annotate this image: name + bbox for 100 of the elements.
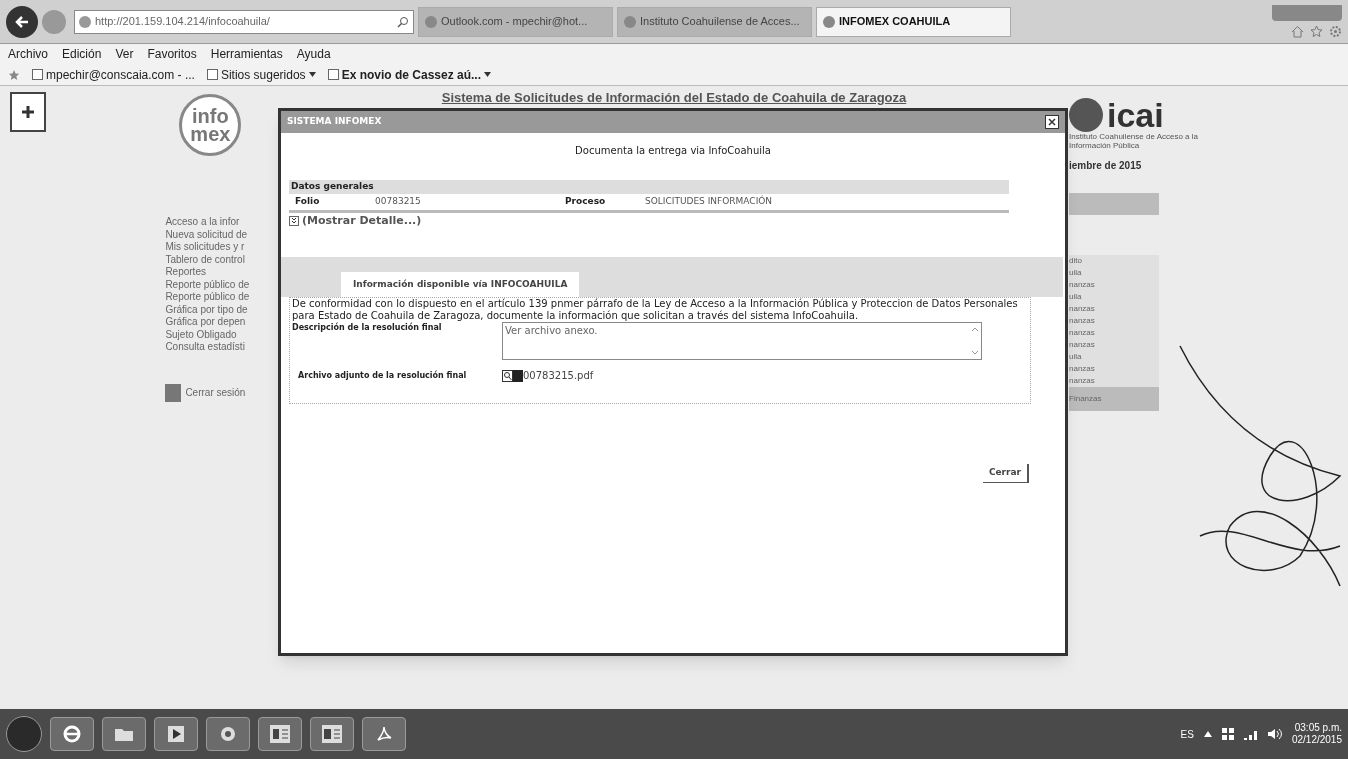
pdf-taskbar-icon[interactable]: [362, 717, 406, 751]
field-label: Descripción de la resolución final: [292, 322, 443, 334]
page-icon: [206, 69, 218, 80]
sidebar-link[interactable]: Acceso a la infor: [165, 216, 266, 229]
attachment-link[interactable]: 00783215.pdf: [523, 368, 594, 383]
browser-taskbar-icon[interactable]: [50, 717, 94, 751]
browser-tab[interactable]: Instituto Coahuilense de Acces...: [617, 6, 812, 37]
clock-date[interactable]: 02/12/2015: [1291, 734, 1342, 746]
icai-logo-icon: [1069, 98, 1103, 132]
menu-fragment[interactable]: dito: [1069, 255, 1159, 267]
menu-fragment[interactable]: nanzas: [1069, 279, 1159, 291]
sidebar-link[interactable]: Nueva solicitud de: [165, 228, 266, 241]
menu-item[interactable]: Favoritos: [147, 45, 197, 63]
field-value: 00783215: [375, 194, 422, 208]
sidebar-link[interactable]: Tablero de control: [165, 253, 266, 266]
page-icon: [624, 15, 636, 28]
icai-logo: icai: [1107, 98, 1164, 132]
save-icon[interactable]: [513, 369, 523, 382]
start-button[interactable]: [6, 716, 42, 752]
sidebar-link[interactable]: Reporte público de: [165, 291, 266, 304]
sidebar-link[interactable]: Gráfica por tipo de: [165, 303, 266, 316]
tab-label: Instituto Coahuilense de Acces...: [640, 14, 800, 30]
menu-fragment[interactable]: uila: [1069, 351, 1159, 363]
notice-text: De conformidad con lo dispuesto en el artículo 139 pnmer párrafo de la Ley de Acceso a la Información Pública y Proteccion de Datos Personales para Estado de Coahuila de Zaragoza, documente la información que solicitan a través del sistema InfoCoahuila.: [291, 298, 1019, 322]
menu-fragment[interactable]: uila: [1069, 267, 1159, 279]
dialog-heading: Documenta la entrega via InfoCoahuila: [574, 144, 772, 158]
menu-fragment[interactable]: nanzas: [1069, 327, 1159, 339]
expand-icon[interactable]: [289, 215, 299, 226]
field-label: Proceso: [565, 194, 607, 208]
magnifier-icon[interactable]: [502, 369, 513, 382]
favorite-link[interactable]: Sitios sugeridos: [220, 65, 306, 84]
scroll-arrows-icon: [971, 326, 979, 356]
menu-fragment[interactable]: nanzas: [1069, 339, 1159, 351]
language-indicator[interactable]: ES: [1180, 726, 1194, 742]
caret-icon[interactable]: [308, 72, 316, 77]
sidebar-link[interactable]: Gráfica por depen: [165, 316, 266, 329]
circle-taskbar-icon[interactable]: [206, 717, 250, 751]
clock-time[interactable]: 03:05 p.m.: [1294, 722, 1342, 734]
page-icon: [425, 15, 437, 28]
details-link[interactable]: (Mostrar Detalle...): [302, 212, 422, 229]
favorites-icon: [8, 68, 20, 81]
favorite-link[interactable]: mpechir@conscaia.com - ...: [46, 65, 195, 84]
field-value: SOLICITUDES INFORMACIÓN: [645, 194, 773, 208]
folder-taskbar-icon[interactable]: [102, 717, 146, 751]
play-taskbar-icon[interactable]: [154, 717, 198, 751]
search-icon: [397, 15, 409, 28]
menu-item[interactable]: Archivo: [8, 45, 48, 63]
signal-icon[interactable]: [1243, 728, 1258, 740]
menu-fragment[interactable]: nanzas: [1069, 363, 1159, 375]
flag-icon[interactable]: [1221, 728, 1234, 740]
tab-label: Outlook.com - mpechir@hot...: [441, 14, 588, 30]
menu-fragment[interactable]: nanzas: [1069, 303, 1159, 315]
close-button[interactable]: [1045, 115, 1059, 129]
browser-tab[interactable]: INFOMEX COAHUILA: [816, 6, 1011, 37]
sidebar-link[interactable]: Reporte público de: [165, 278, 266, 291]
page-icon: [327, 69, 339, 80]
description-textarea[interactable]: Ver archivo anexo.: [502, 322, 982, 360]
menu-item[interactable]: Ver: [115, 45, 134, 63]
logo-caption: Instituto Coahuilense de Acceso a la Información Pública: [1069, 132, 1199, 150]
address-text: http://201.159.104.214/infocoahuila/: [95, 14, 270, 30]
add-tab-icon: [10, 92, 46, 132]
globe-icon: [79, 15, 91, 28]
sidebar-link[interactable]: Consulta estadísti: [165, 341, 266, 354]
sidebar-link[interactable]: Reportes: [165, 266, 266, 279]
menu-fragment[interactable]: uila: [1069, 291, 1159, 303]
back-button[interactable]: [6, 5, 38, 38]
date-text: iembre de 2015: [1069, 159, 1143, 173]
menu-fragment[interactable]: nanzas: [1069, 315, 1159, 327]
caret-icon[interactable]: [484, 72, 491, 77]
tray-arrow-icon[interactable]: [1203, 731, 1212, 737]
dialog-title: SISTEMA INFOMEX: [287, 115, 382, 129]
slides-taskbar-icon[interactable]: [258, 717, 302, 751]
menu-item[interactable]: Ayuda: [296, 45, 331, 63]
favorite-link[interactable]: Ex novio de Cassez aú...: [341, 65, 481, 84]
arrow-left-icon: [14, 13, 30, 30]
infomex-logo: info mex: [179, 94, 242, 156]
menu-item[interactable]: Edición: [62, 45, 102, 63]
field-label: Folio: [295, 194, 321, 208]
page-header: Sistema de Solicitudes de Información del Estado de Coahuila de Zaragoza: [440, 89, 908, 107]
menu-item[interactable]: Herramientas: [210, 45, 283, 63]
page-icon: [32, 69, 43, 80]
sidebar-link[interactable]: Mis solicitudes y r: [165, 241, 266, 254]
home-icon[interactable]: [1291, 25, 1304, 38]
section-header: Datos generales: [289, 180, 1009, 194]
field-label: Archivo adjunto de la resolución final: [298, 369, 468, 382]
volume-icon[interactable]: [1267, 728, 1282, 740]
info-tab[interactable]: Información disponible vía INFOCOAHUILA: [341, 271, 580, 297]
tab-label: INFOMEX COAHUILA: [839, 14, 951, 30]
close-dialog-button[interactable]: Cerrar: [982, 464, 1029, 483]
settings-icon[interactable]: [1329, 25, 1342, 38]
page-icon: [823, 15, 835, 28]
menu-fragment[interactable]: nanzas: [1069, 375, 1159, 387]
menu-fragment[interactable]: Finanzas: [1069, 387, 1159, 411]
logout-link[interactable]: Cerrar sesión: [185, 385, 246, 400]
sidebar-link[interactable]: Sujeto Obligado: [165, 328, 266, 341]
address-bar[interactable]: http://201.159.104.214/infocoahuila/: [74, 9, 414, 34]
logout-icon: [165, 383, 182, 402]
document-taskbar-icon[interactable]: [310, 717, 354, 751]
star-icon[interactable]: [1310, 25, 1323, 38]
browser-tab[interactable]: Outlook.com - mpechir@hot...: [418, 6, 613, 37]
